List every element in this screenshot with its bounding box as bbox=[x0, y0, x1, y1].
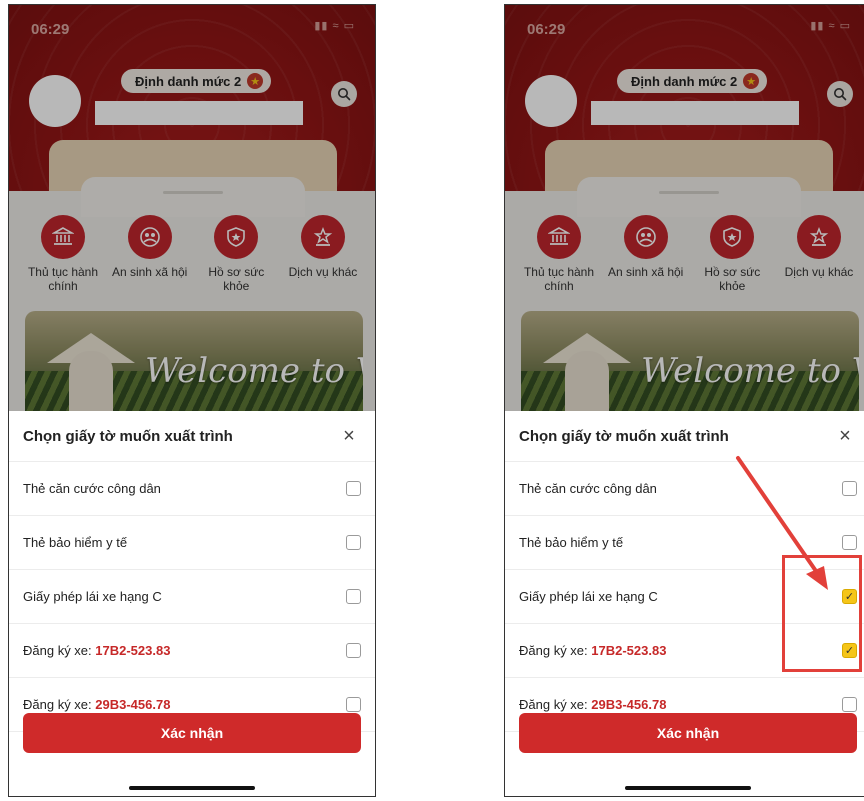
document-label: Thẻ căn cước công dân bbox=[519, 481, 657, 496]
document-label: Thẻ bảo hiểm y tế bbox=[519, 535, 623, 550]
document-label: Giấy phép lái xe hạng C bbox=[519, 589, 658, 604]
document-label: Giấy phép lái xe hạng C bbox=[23, 589, 162, 604]
document-checkbox[interactable] bbox=[842, 535, 857, 550]
plate-number: 17B2-523.83 bbox=[591, 643, 667, 658]
home-indicator bbox=[129, 786, 255, 790]
document-select-modal: Chọn giấy tờ muốn xuất trình × Thẻ căn c… bbox=[9, 411, 375, 796]
home-indicator bbox=[625, 786, 751, 790]
document-checkbox[interactable] bbox=[346, 697, 361, 712]
document-row[interactable]: Giấy phép lái xe hạng C bbox=[9, 570, 375, 624]
document-row[interactable]: Đăng ký xe: 17B2-523.83 bbox=[9, 624, 375, 678]
close-icon[interactable]: × bbox=[833, 425, 857, 448]
document-text: Thẻ bảo hiểm y tế bbox=[23, 535, 128, 550]
modal-header: Chọn giấy tờ muốn xuất trình × bbox=[505, 411, 864, 462]
document-list: Thẻ căn cước công dân Thẻ bảo hiểm y tế Gi… bbox=[9, 462, 375, 732]
document-checkbox[interactable] bbox=[346, 481, 361, 496]
document-text: Thẻ căn cước công dân bbox=[519, 481, 657, 496]
document-text: Đăng ký xe: bbox=[519, 643, 592, 658]
modal-title: Chọn giấy tờ muốn xuất trình bbox=[23, 427, 233, 445]
document-text: Đăng ký xe: bbox=[23, 697, 96, 712]
document-label: Đăng ký xe: 29B3-456.78 bbox=[519, 697, 666, 712]
document-label: Thẻ bảo hiểm y tế bbox=[23, 535, 127, 550]
modal-header: Chọn giấy tờ muốn xuất trình × bbox=[9, 411, 375, 462]
confirm-button[interactable]: Xác nhận bbox=[519, 713, 857, 753]
document-label: Đăng ký xe: 17B2-523.83 bbox=[519, 643, 666, 658]
document-text: Thẻ bảo hiểm y tế bbox=[519, 535, 624, 550]
document-label: Đăng ký xe: 17B2-523.83 bbox=[23, 643, 170, 658]
modal-backdrop[interactable] bbox=[9, 5, 375, 415]
document-row[interactable]: Thẻ căn cước công dân bbox=[9, 462, 375, 516]
document-checkbox[interactable] bbox=[842, 481, 857, 496]
confirm-button[interactable]: Xác nhận bbox=[23, 713, 361, 753]
document-label: Thẻ căn cước công dân bbox=[23, 481, 161, 496]
document-checkbox[interactable] bbox=[346, 535, 361, 550]
modal-backdrop[interactable] bbox=[505, 5, 864, 415]
document-checkbox[interactable] bbox=[346, 589, 361, 604]
plate-number: 17B2-523.83 bbox=[95, 643, 171, 658]
document-row[interactable]: Thẻ căn cước công dân bbox=[505, 462, 864, 516]
document-text: Giấy phép lái xe hạng C bbox=[23, 589, 162, 604]
plate-number: 29B3-456.78 bbox=[591, 697, 667, 712]
close-icon[interactable]: × bbox=[337, 425, 361, 448]
phone-screen-after: 06:29 ▮▮ ≈ ▭ Định danh mức 2 ★ Thủ tục h… bbox=[504, 4, 864, 797]
document-checkbox[interactable] bbox=[346, 643, 361, 658]
document-text: Thẻ căn cước công dân bbox=[23, 481, 161, 496]
document-text: Đăng ký xe: bbox=[519, 697, 592, 712]
document-row[interactable]: Thẻ bảo hiểm y tế bbox=[9, 516, 375, 570]
phone-screen-before: 06:29 ▮▮ ≈ ▭ Định danh mức 2 ★ Thủ tục h… bbox=[8, 4, 376, 797]
plate-number: 29B3-456.78 bbox=[95, 697, 171, 712]
document-text: Đăng ký xe: bbox=[23, 643, 96, 658]
document-checkbox[interactable] bbox=[842, 697, 857, 712]
document-label: Đăng ký xe: 29B3-456.78 bbox=[23, 697, 170, 712]
annotation-highlight-box bbox=[782, 555, 862, 672]
modal-title: Chọn giấy tờ muốn xuất trình bbox=[519, 427, 729, 445]
document-text: Giấy phép lái xe hạng C bbox=[519, 589, 658, 604]
